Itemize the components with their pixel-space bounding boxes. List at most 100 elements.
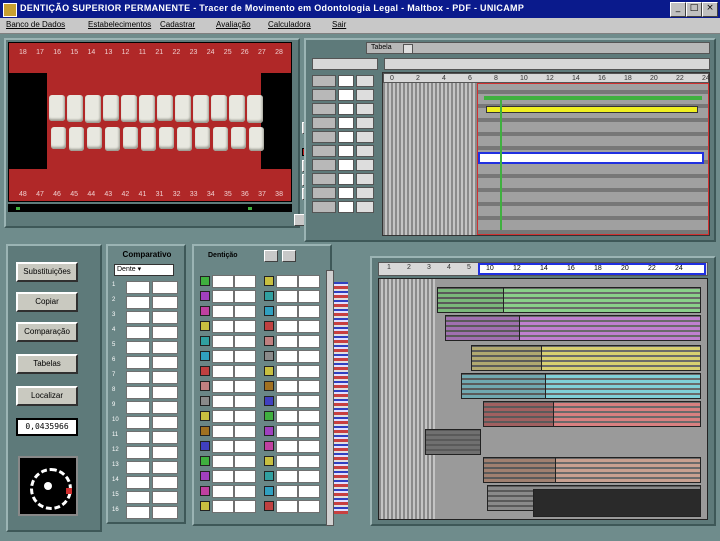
comparativo-cell[interactable] <box>126 371 150 384</box>
denticao-row[interactable] <box>198 484 326 498</box>
menu-estabelecimentos[interactable]: Estabelecimentos <box>88 20 151 29</box>
comparativo-row[interactable]: 8 <box>110 385 182 399</box>
comparativo-row[interactable]: 9 <box>110 400 182 414</box>
denticao-cell[interactable] <box>212 350 234 363</box>
timeline-bar-segment[interactable] <box>541 345 701 371</box>
denticao-cell[interactable] <box>298 395 320 408</box>
denticao-cell[interactable] <box>234 365 256 378</box>
comparativo-row[interactable]: 11 <box>110 430 182 444</box>
comparativo-cell[interactable] <box>152 311 178 324</box>
timeline-bar-segment[interactable] <box>545 373 701 399</box>
comparativo-cell[interactable] <box>152 431 178 444</box>
denticao-cell[interactable] <box>276 500 298 513</box>
denticao-cell[interactable] <box>298 455 320 468</box>
denticao-cell[interactable] <box>298 335 320 348</box>
denticao-row[interactable] <box>198 289 326 303</box>
denticao-cell[interactable] <box>298 485 320 498</box>
comparativo-row[interactable]: 7 <box>110 370 182 384</box>
denticao-cell[interactable] <box>276 410 298 423</box>
denticao-row[interactable] <box>198 334 326 348</box>
denticao-cell[interactable] <box>212 365 234 378</box>
denticao-cell[interactable] <box>212 395 234 408</box>
timeline-bar-segment[interactable] <box>555 457 701 483</box>
denticao-cell[interactable] <box>276 395 298 408</box>
comparativo-row[interactable]: 1 <box>110 280 182 294</box>
denticao-cell[interactable] <box>276 275 298 288</box>
denticao-row[interactable] <box>198 394 326 408</box>
substituicoes-button[interactable]: Substituições <box>16 262 78 282</box>
denticao-cell[interactable] <box>234 290 256 303</box>
timeline-bar-segment[interactable] <box>503 287 701 313</box>
comparativo-select[interactable]: Dente ▾ <box>114 264 174 276</box>
denticao-cell[interactable] <box>298 440 320 453</box>
denticao-row[interactable] <box>198 499 326 513</box>
top-scroll-track[interactable] <box>384 58 710 70</box>
comparativo-row[interactable]: 15 <box>110 490 182 504</box>
comparativo-cell[interactable] <box>152 401 178 414</box>
comparativo-cell[interactable] <box>126 326 150 339</box>
denticao-cell[interactable] <box>234 455 256 468</box>
close-button[interactable]: × <box>702 2 718 17</box>
denticao-cell[interactable] <box>212 455 234 468</box>
denticao-row[interactable] <box>198 469 326 483</box>
denticao-cell[interactable] <box>276 305 298 318</box>
comparativo-cell[interactable] <box>126 401 150 414</box>
denticao-cell[interactable] <box>212 320 234 333</box>
comparativo-cell[interactable] <box>126 281 150 294</box>
comparativo-cell[interactable] <box>152 506 178 519</box>
denticao-cell[interactable] <box>212 440 234 453</box>
timeline-bar-segment[interactable] <box>519 315 701 341</box>
denticao-row[interactable] <box>198 454 326 468</box>
denticao-row[interactable] <box>198 409 326 423</box>
denticao-cell[interactable] <box>276 455 298 468</box>
denticao-cell[interactable] <box>298 470 320 483</box>
denticao-cell[interactable] <box>276 290 298 303</box>
denticao-row[interactable] <box>198 319 326 333</box>
bottom-ruler-selected-range[interactable]: 10 12 14 16 18 20 22 24 <box>478 263 706 275</box>
denticao-cell[interactable] <box>234 380 256 393</box>
denticao-cell[interactable] <box>298 350 320 363</box>
denticao-cell[interactable] <box>212 410 234 423</box>
denticao-button-b[interactable] <box>282 250 296 262</box>
comparativo-cell[interactable] <box>152 371 178 384</box>
comparativo-cell[interactable] <box>126 386 150 399</box>
denticao-button-a[interactable] <box>264 250 278 262</box>
ruler-input-box[interactable] <box>312 58 378 70</box>
timeline-bar[interactable] <box>425 429 481 455</box>
denticao-cell[interactable] <box>298 305 320 318</box>
denticao-cell[interactable] <box>276 365 298 378</box>
denticao-row[interactable] <box>198 349 326 363</box>
comparativo-cell[interactable] <box>152 461 178 474</box>
denticao-cell[interactable] <box>234 410 256 423</box>
denticao-row[interactable] <box>198 304 326 318</box>
denticao-cell[interactable] <box>234 350 256 363</box>
denticao-row[interactable] <box>198 439 326 453</box>
comparativo-cell[interactable] <box>126 416 150 429</box>
comparativo-cell[interactable] <box>126 311 150 324</box>
denticao-cell[interactable] <box>276 350 298 363</box>
denticao-cell[interactable] <box>276 440 298 453</box>
denticao-cell[interactable] <box>298 275 320 288</box>
comparativo-row[interactable]: 16 <box>110 505 182 519</box>
timeline-bar-segment[interactable] <box>553 401 701 427</box>
denticao-cell[interactable] <box>234 470 256 483</box>
comparativo-cell[interactable] <box>126 356 150 369</box>
comparativo-cell[interactable] <box>152 356 178 369</box>
comparativo-row[interactable]: 4 <box>110 325 182 339</box>
comparativo-row[interactable]: 10 <box>110 415 182 429</box>
denticao-cell[interactable] <box>212 425 234 438</box>
timeline-bar[interactable] <box>483 457 557 483</box>
timeline-bar[interactable] <box>445 315 521 341</box>
comparativo-row[interactable]: 3 <box>110 310 182 324</box>
denticao-cell[interactable] <box>212 380 234 393</box>
denticao-cell[interactable] <box>298 410 320 423</box>
comparativo-row[interactable]: 2 <box>110 295 182 309</box>
comparativo-cell[interactable] <box>126 506 150 519</box>
denticao-cell[interactable] <box>298 290 320 303</box>
denticao-cell[interactable] <box>276 320 298 333</box>
denticao-cell[interactable] <box>234 500 256 513</box>
comparativo-row[interactable]: 5 <box>110 340 182 354</box>
denticao-cell[interactable] <box>298 380 320 393</box>
denticao-cell[interactable] <box>234 320 256 333</box>
denticao-cell[interactable] <box>234 425 256 438</box>
